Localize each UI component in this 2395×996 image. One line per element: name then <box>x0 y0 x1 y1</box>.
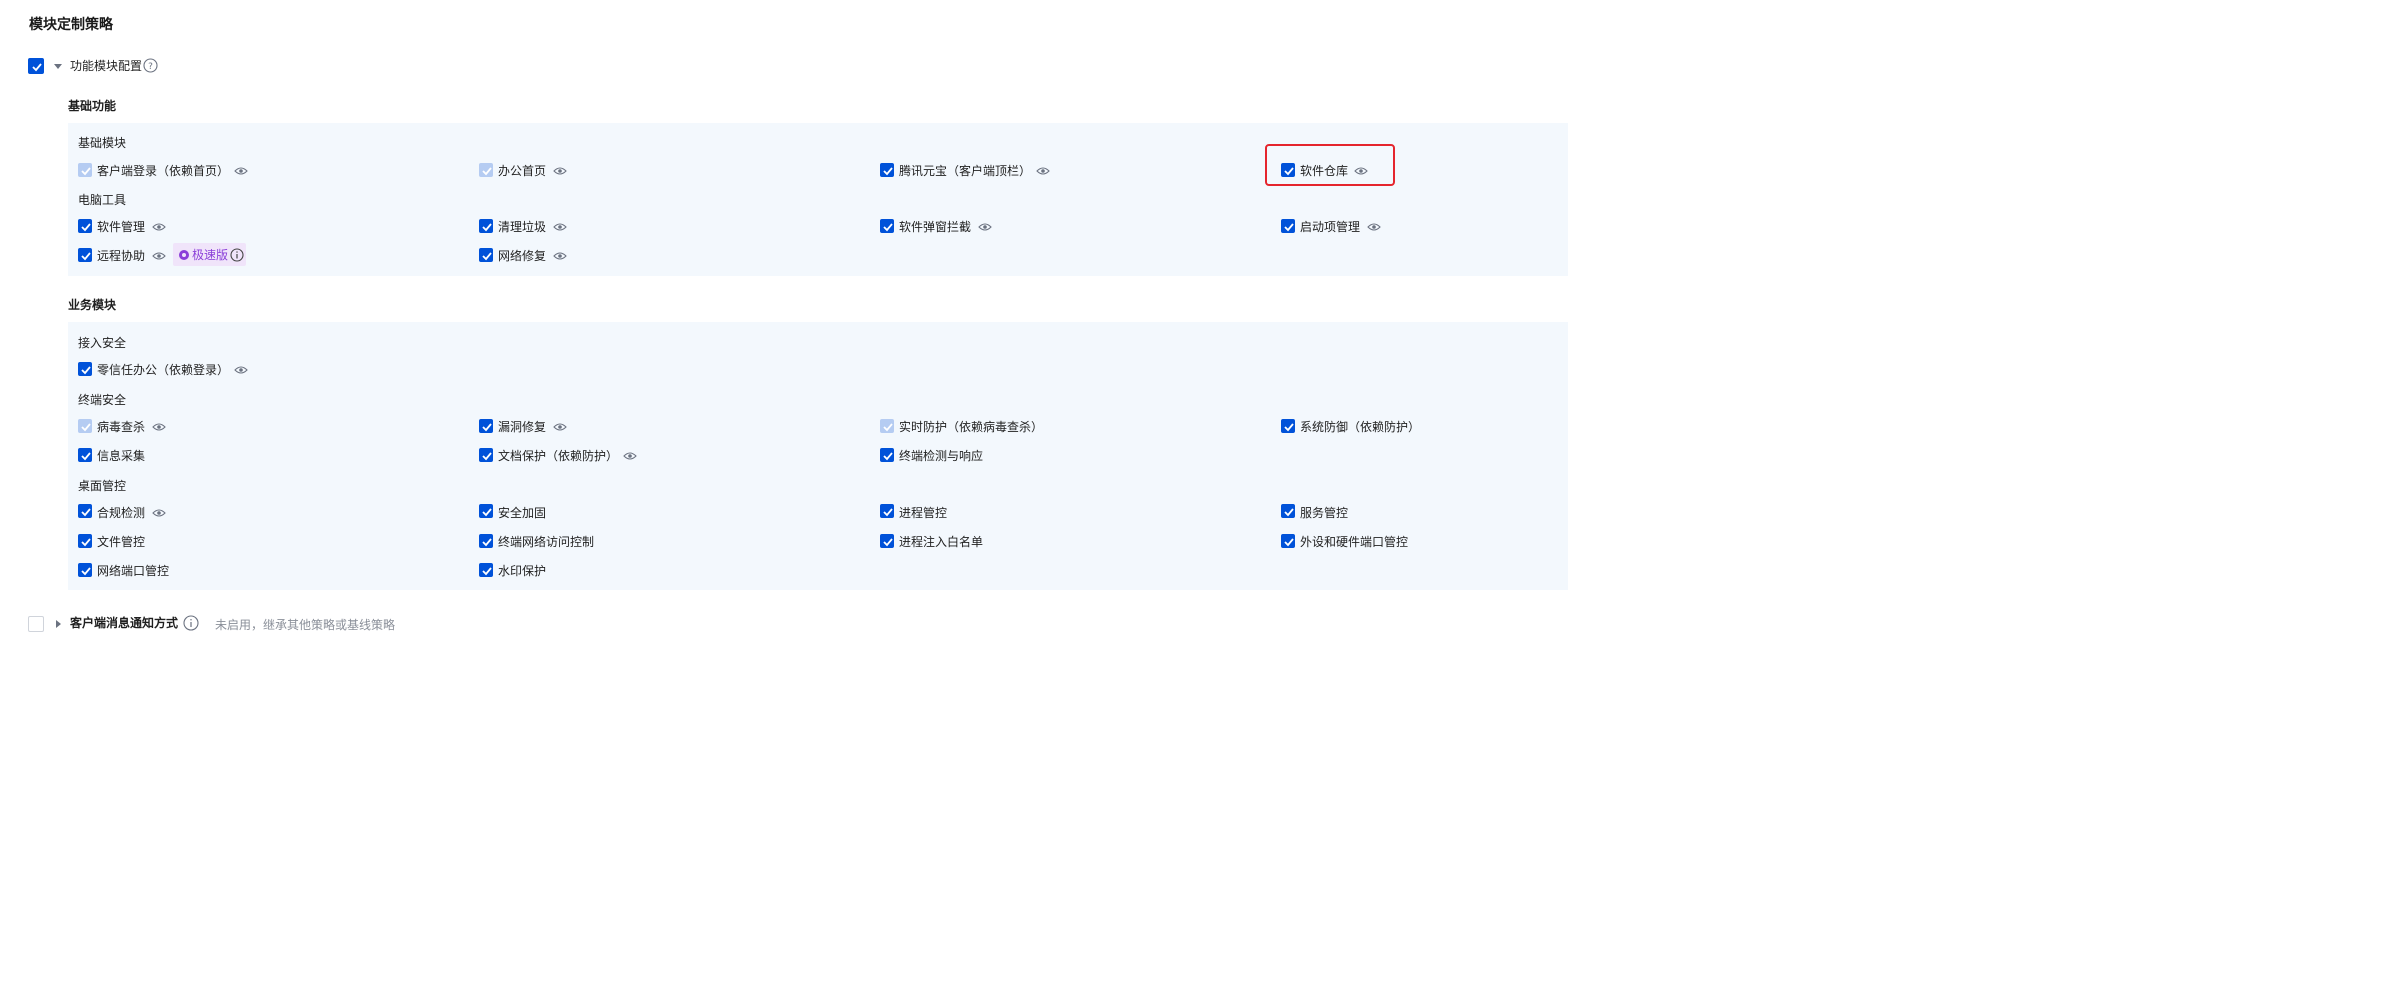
item-label-process-injection: 进程注入白名单 <box>899 535 984 549</box>
checkbox-vuln-fix[interactable] <box>479 419 493 433</box>
checkbox-client-login[interactable] <box>78 163 92 177</box>
item-label-realtime-protect: 实时防护（依赖病毒查杀） <box>899 420 1044 434</box>
func-config-label: 功能模块配置 <box>70 59 143 73</box>
eye-icon[interactable] <box>152 251 166 261</box>
checkbox-startup-mgmt[interactable] <box>1281 219 1295 233</box>
eye-icon[interactable] <box>152 222 166 232</box>
checkbox-doc-protect[interactable] <box>479 448 493 462</box>
group-title-desktop-control: 桌面管控 <box>78 479 127 493</box>
item-label-network-port: 网络端口管控 <box>97 564 170 578</box>
item-label-compliance: 合规检测 <box>97 506 146 520</box>
info-icon[interactable] <box>230 247 244 262</box>
item-label-file-control: 文件管控 <box>97 535 146 549</box>
checkbox-remote-assist[interactable] <box>78 248 92 262</box>
item-label-remote-assist: 远程协助 <box>97 249 146 263</box>
eye-icon[interactable] <box>234 365 248 375</box>
func-config-checkbox[interactable] <box>28 58 44 74</box>
checkbox-yuanbao[interactable] <box>880 163 894 177</box>
item-label-doc-protect: 文档保护（依赖防护） <box>498 449 619 463</box>
client-notify-hint: 未启用，继承其他策略或基线策略 <box>215 618 396 632</box>
checkbox-info-collect[interactable] <box>78 448 92 462</box>
item-label-watermark: 水印保护 <box>498 564 547 578</box>
checkbox-network-port[interactable] <box>78 563 92 577</box>
checkbox-process-injection[interactable] <box>880 534 894 548</box>
eye-icon[interactable] <box>978 222 992 232</box>
item-label-zero-trust: 零信任办公（依赖登录） <box>97 363 230 377</box>
highlight-box <box>1265 144 1395 186</box>
express-badge: 极速版 <box>173 243 246 266</box>
group-title-access-security: 接入安全 <box>78 336 127 350</box>
func-config-collapse-icon[interactable] <box>54 64 62 69</box>
checkbox-file-control[interactable] <box>78 534 92 548</box>
checkbox-compliance[interactable] <box>78 504 92 518</box>
item-label-service-control: 服务管控 <box>1300 506 1349 520</box>
item-label-edr: 终端检测与响应 <box>899 449 984 463</box>
item-label-process-control: 进程管控 <box>899 506 948 520</box>
item-label-info-collect: 信息采集 <box>97 449 146 463</box>
business-modules-title: 业务模块 <box>68 298 117 312</box>
checkbox-system-defense[interactable] <box>1281 419 1295 433</box>
checkbox-popup-block[interactable] <box>880 219 894 233</box>
checkbox-virus-scan[interactable] <box>78 419 92 433</box>
eye-icon[interactable] <box>234 166 248 176</box>
client-notify-expand-icon[interactable] <box>56 620 61 628</box>
group-title-basic-modules: 基础模块 <box>78 136 127 150</box>
client-notify-label: 客户端消息通知方式 <box>70 616 179 630</box>
eye-icon[interactable] <box>152 508 166 518</box>
eye-icon[interactable] <box>152 422 166 432</box>
checkbox-office-home[interactable] <box>479 163 493 177</box>
item-label-peripheral-control: 外设和硬件端口管控 <box>1300 535 1409 549</box>
item-label-clean-junk: 清理垃圾 <box>498 220 547 234</box>
item-label-software-mgmt: 软件管理 <box>97 220 146 234</box>
item-label-network-repair: 网络修复 <box>498 249 547 263</box>
item-label-vuln-fix: 漏洞修复 <box>498 420 547 434</box>
eye-icon[interactable] <box>553 251 567 261</box>
help-icon[interactable]: ? <box>143 58 158 73</box>
eye-icon[interactable] <box>553 222 567 232</box>
item-label-office-home: 办公首页 <box>498 164 547 178</box>
checkbox-service-control[interactable] <box>1281 504 1295 518</box>
page-title: 模块定制策略 <box>29 17 113 33</box>
item-label-client-login: 客户端登录（依赖首页） <box>97 164 230 178</box>
group-title-endpoint-security: 终端安全 <box>78 393 127 407</box>
client-notify-checkbox[interactable] <box>28 616 44 632</box>
checkbox-network-repair[interactable] <box>479 248 493 262</box>
item-label-yuanbao: 腾讯元宝（客户端顶栏） <box>899 164 1032 178</box>
group-title-pc-tools: 电脑工具 <box>78 193 127 207</box>
svg-text:?: ? <box>148 62 153 72</box>
checkbox-watermark[interactable] <box>479 563 493 577</box>
eye-icon[interactable] <box>553 422 567 432</box>
item-label-network-access: 终端网络访问控制 <box>498 535 595 549</box>
checkbox-process-control[interactable] <box>880 504 894 518</box>
eye-icon[interactable] <box>1367 222 1381 232</box>
badge-label: 极速版 <box>192 248 229 262</box>
checkbox-network-access[interactable] <box>479 534 493 548</box>
info-icon[interactable] <box>183 615 199 631</box>
checkbox-edr[interactable] <box>880 448 894 462</box>
item-label-security-hardening: 安全加固 <box>498 506 547 520</box>
checkbox-peripheral-control[interactable] <box>1281 534 1295 548</box>
item-label-startup-mgmt: 启动项管理 <box>1300 220 1361 234</box>
eye-icon[interactable] <box>623 451 637 461</box>
checkbox-clean-junk[interactable] <box>479 219 493 233</box>
checkbox-realtime-protect[interactable] <box>880 419 894 433</box>
eye-icon[interactable] <box>1036 166 1050 176</box>
item-label-popup-block: 软件弹窗拦截 <box>899 220 972 234</box>
checkbox-software-mgmt[interactable] <box>78 219 92 233</box>
item-label-system-defense: 系统防御（依赖防护） <box>1300 420 1421 434</box>
basic-functions-title: 基础功能 <box>68 99 117 113</box>
checkbox-zero-trust[interactable] <box>78 362 92 376</box>
item-label-virus-scan: 病毒查杀 <box>97 420 146 434</box>
checkbox-security-hardening[interactable] <box>479 504 493 518</box>
eye-icon[interactable] <box>553 166 567 176</box>
express-logo-icon <box>179 249 189 260</box>
